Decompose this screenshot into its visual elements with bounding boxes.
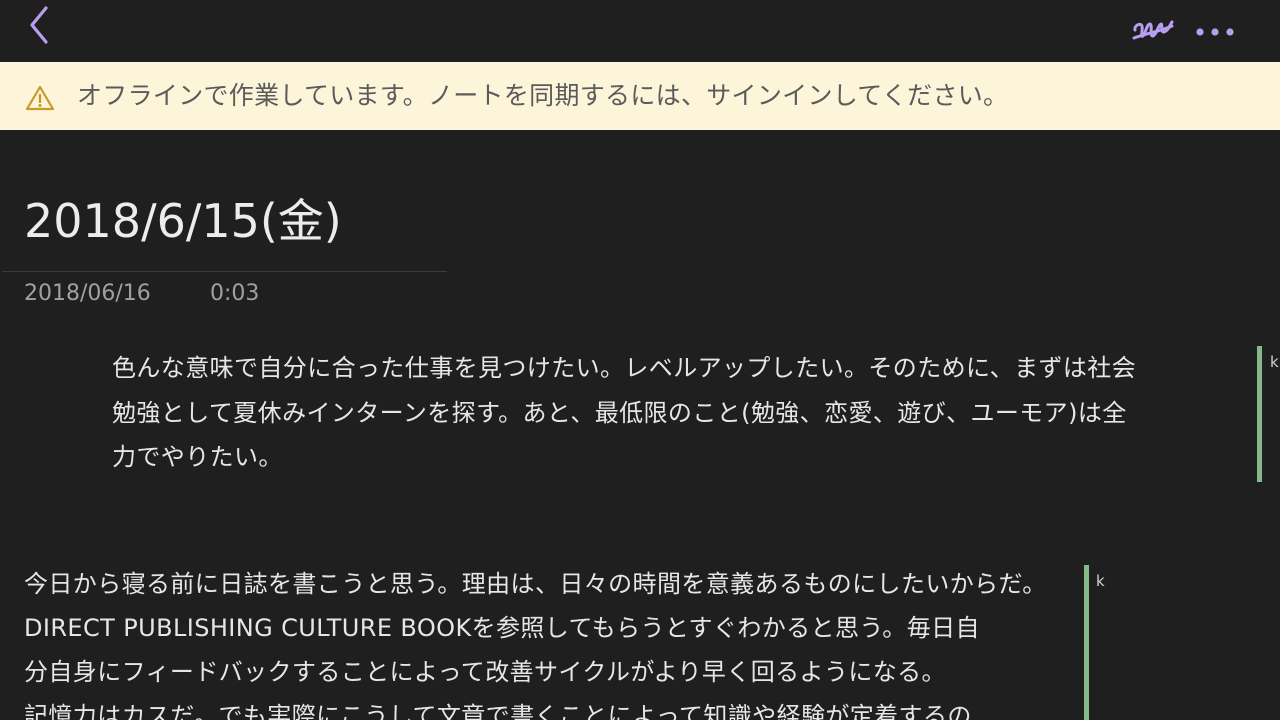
note-date: 2018/06/16	[24, 281, 151, 306]
page-title[interactable]: 2018/6/15(金)	[24, 190, 342, 252]
note-paragraph[interactable]: 今日から寝る前に日誌を書こうと思う。理由は、日々の時間を意義あるものにしたいから…	[24, 562, 1047, 720]
note-time: 0:03	[210, 281, 260, 306]
paragraph-line: 分自身にフィードバックすることによって改善サイクルがより早く回るようになる。	[24, 658, 946, 686]
paragraph-line: DIRECT PUBLISHING CULTURE BOOKを参照してもらうとす…	[24, 614, 980, 642]
more-options-button[interactable]	[1192, 16, 1238, 46]
warning-icon	[25, 84, 55, 112]
paragraph-line: 勉強として夏休みインターンを探す。あと、最低限のこと(勉強、恋愛、遊び、ユーモア…	[112, 398, 1127, 427]
paragraph-line: 記憶力はカスだ。でも実際にこうして文章で書くことによって知識や経験が定着するの	[24, 702, 972, 720]
paragraph-line: 力でやりたい。	[112, 443, 283, 471]
back-button[interactable]	[22, 4, 58, 44]
author-indicator-bar	[1257, 346, 1262, 482]
chevron-left-icon	[30, 6, 48, 44]
offline-banner: オフラインで作業しています。ノートを同期するには、サインインしてください。	[0, 62, 1280, 130]
top-bar	[0, 0, 1280, 62]
note-page: オフラインで作業しています。ノートを同期するには、サインインしてください。 20…	[0, 0, 1280, 720]
offline-message[interactable]: オフラインで作業しています。ノートを同期するには、サインインしてください。	[77, 79, 1008, 113]
title-divider	[2, 271, 447, 272]
author-initial: k	[1270, 353, 1279, 371]
paragraph-line: 色んな意味で自分に合った仕事を見つけたい。レベルアップしたい。そのために、まずは…	[112, 354, 1137, 382]
handwriting-pen-icon	[1132, 20, 1174, 40]
note-paragraph[interactable]: 色んな意味で自分に合った仕事を見つけたい。レベルアップしたい。そのために、まずは…	[112, 346, 1136, 480]
pen-button[interactable]	[1130, 12, 1176, 48]
paragraph-line: 今日から寝る前に日誌を書こうと思う。理由は、日々の時間を意義あるものにしたいから…	[24, 570, 1047, 598]
author-indicator-bar	[1084, 565, 1089, 720]
author-initial: k	[1096, 572, 1105, 590]
more-dots-icon	[1196, 28, 1234, 36]
